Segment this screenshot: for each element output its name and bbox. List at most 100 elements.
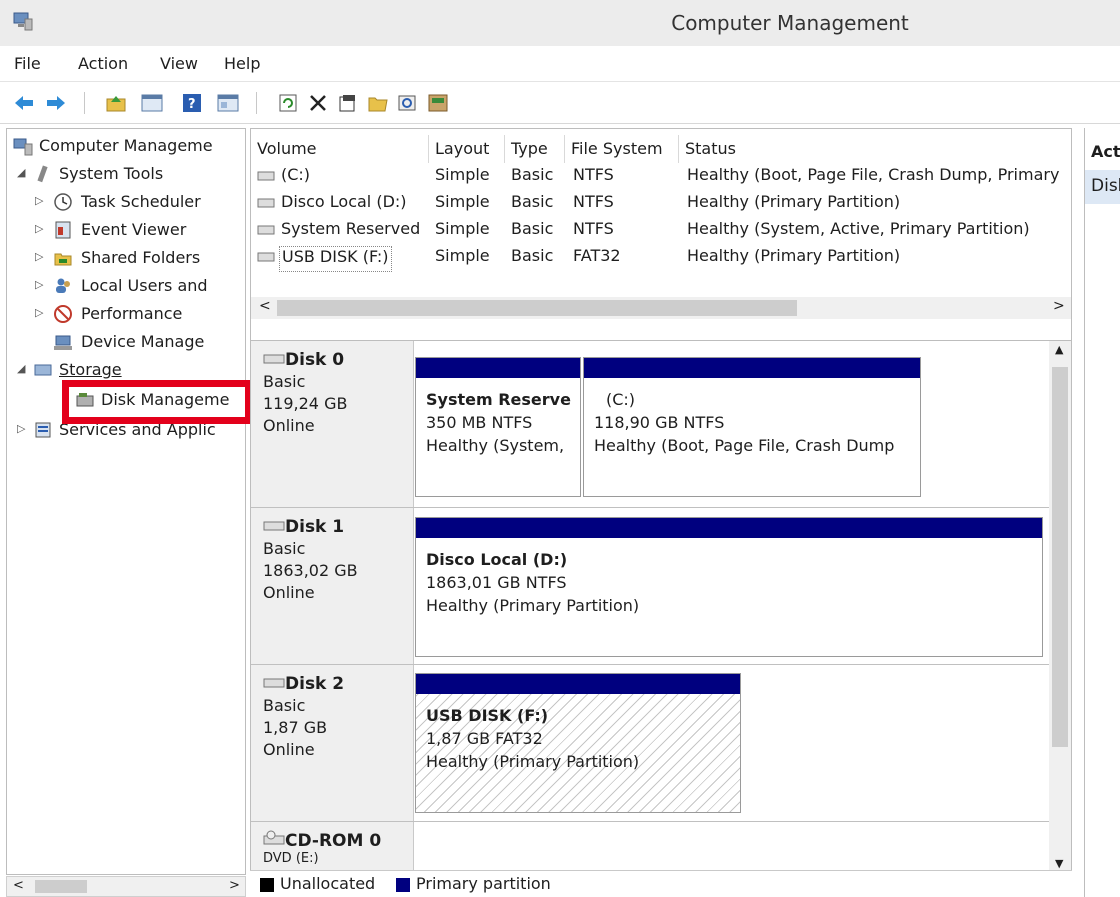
- console-view-icon[interactable]: [216, 91, 240, 115]
- cdrom-0-info[interactable]: CD-ROM 0 DVD (E:): [251, 822, 414, 875]
- tree-item-local-users[interactable]: ▷ Local Users and: [7, 273, 245, 301]
- properties-icon[interactable]: [336, 91, 360, 115]
- table-row[interactable]: (C:) Simple Basic NTFS Healthy (Boot, Pa…: [251, 165, 1071, 192]
- collapse-arrow-icon[interactable]: ◢: [17, 362, 25, 375]
- scroll-thumb[interactable]: [277, 300, 797, 316]
- show-hide-tree-icon[interactable]: [140, 91, 164, 115]
- scroll-left-icon[interactable]: <: [13, 878, 24, 893]
- tree-item-system-tools[interactable]: ◢ System Tools: [7, 161, 245, 189]
- scroll-right-icon[interactable]: >: [1053, 298, 1065, 314]
- services-icon: [35, 422, 51, 438]
- column-header-file-system[interactable]: File System: [565, 135, 679, 163]
- expand-arrow-icon[interactable]: ▷: [35, 194, 43, 207]
- menu-view[interactable]: View: [160, 54, 198, 73]
- volume-cell: USB DISK (F:): [279, 246, 392, 272]
- disk-vertical-scrollbar[interactable]: ▲ ▼: [1049, 341, 1071, 875]
- disk-icon[interactable]: [426, 91, 450, 115]
- partition-usb-f[interactable]: USB DISK (F:) 1,87 GB FAT32 Healthy (Pri…: [415, 673, 741, 813]
- column-header-type[interactable]: Type: [505, 135, 565, 163]
- help-icon[interactable]: ?: [180, 91, 204, 115]
- table-row[interactable]: USB DISK (F:) Simple Basic FAT32 Healthy…: [251, 246, 1071, 273]
- delete-icon[interactable]: [306, 91, 330, 115]
- fs-cell: NTFS: [573, 192, 614, 211]
- scroll-right-icon[interactable]: >: [229, 878, 240, 893]
- disk-1-info[interactable]: Disk 1 Basic 1863,02 GB Online: [251, 508, 414, 664]
- scroll-thumb[interactable]: [35, 880, 87, 893]
- partition-status: Healthy (System,: [426, 436, 565, 455]
- type-cell: Basic: [511, 219, 554, 238]
- scroll-down-icon[interactable]: ▼: [1055, 857, 1063, 870]
- layout-cell: Simple: [435, 246, 490, 265]
- volume-icon: [257, 225, 275, 235]
- column-header-volume[interactable]: Volume: [251, 135, 429, 163]
- volume-cell: (C:): [281, 165, 311, 184]
- partition-status: Healthy (Primary Partition): [426, 752, 640, 771]
- expand-arrow-icon[interactable]: ▷: [35, 306, 43, 319]
- expand-arrow-icon[interactable]: ▷: [35, 222, 43, 235]
- partition-bar: [416, 358, 580, 378]
- legend-primary: Primary partition: [416, 874, 551, 893]
- volume-horizontal-scrollbar[interactable]: < >: [251, 297, 1071, 319]
- toolbar-separator: [84, 92, 85, 114]
- menu-bar: File Action View Help: [0, 46, 1120, 82]
- tree-label: Shared Folders: [81, 248, 201, 267]
- partition-size: 118,90 GB NTFS: [594, 413, 725, 432]
- partition-system-reserved[interactable]: System Reserve 350 MB NTFS Healthy (Syst…: [415, 357, 581, 497]
- expand-arrow-icon[interactable]: ▷: [17, 422, 25, 435]
- tree-item-computer-management[interactable]: Computer Manageme: [7, 133, 245, 161]
- tree-label: Performance: [81, 304, 183, 323]
- disk-0-info[interactable]: Disk 0 Basic 119,24 GB Online: [251, 341, 414, 507]
- clock-icon: [54, 193, 72, 211]
- table-row[interactable]: System Reserved Simple Basic NTFS Health…: [251, 219, 1071, 246]
- disk-icon: [263, 521, 285, 531]
- unallocated-swatch: [260, 878, 274, 892]
- layout-cell: Simple: [435, 192, 490, 211]
- expand-arrow-icon[interactable]: ▷: [35, 278, 43, 291]
- fs-cell: FAT32: [573, 246, 621, 265]
- scroll-thumb[interactable]: [1052, 367, 1068, 747]
- tree-label: Storage: [59, 360, 122, 379]
- up-folder-icon[interactable]: [104, 91, 128, 115]
- disk-state: Online: [263, 583, 315, 602]
- tree-item-event-viewer[interactable]: ▷ Event Viewer: [7, 217, 245, 245]
- refresh-icon[interactable]: [276, 91, 300, 115]
- disk-name: Disk 2: [285, 674, 345, 694]
- partition-size: 350 MB NTFS: [426, 413, 533, 432]
- back-arrow-icon[interactable]: [12, 91, 36, 115]
- type-cell: Basic: [511, 192, 554, 211]
- table-row[interactable]: Disco Local (D:) Simple Basic NTFS Healt…: [251, 192, 1071, 219]
- partition-c[interactable]: (C:) 118,90 GB NTFS Healthy (Boot, Page …: [583, 357, 921, 497]
- partition-d[interactable]: Disco Local (D:) 1863,01 GB NTFS Healthy…: [415, 517, 1043, 657]
- tree-item-performance[interactable]: ▷ Performance: [7, 301, 245, 329]
- disk-2-info[interactable]: Disk 2 Basic 1,87 GB Online: [251, 665, 414, 821]
- menu-action[interactable]: Action: [78, 54, 128, 73]
- open-folder-icon[interactable]: [366, 91, 390, 115]
- partition-name: System Reserve: [426, 390, 571, 409]
- tree-item-device-manager[interactable]: Device Manage: [7, 329, 245, 357]
- column-header-status[interactable]: Status: [679, 135, 1071, 163]
- status-cell: Healthy (Boot, Page File, Crash Dump, Pr…: [687, 165, 1060, 184]
- actions-title: Actions: [1091, 142, 1120, 161]
- scroll-left-icon[interactable]: <: [259, 298, 271, 314]
- tree-item-shared-folders[interactable]: ▷ Shared Folders: [7, 245, 245, 273]
- navigation-tree: Computer Manageme ◢ System Tools ▷ Task …: [6, 128, 246, 875]
- scroll-up-icon[interactable]: ▲: [1055, 343, 1063, 356]
- tree-horizontal-scrollbar[interactable]: < >: [6, 876, 246, 897]
- device-manager-icon: [54, 335, 72, 350]
- collapse-arrow-icon[interactable]: ◢: [17, 166, 25, 179]
- column-header-layout[interactable]: Layout: [429, 135, 505, 163]
- actions-disk-management[interactable]: Disk Management: [1085, 170, 1120, 204]
- disk-name: Disk 1: [285, 517, 345, 537]
- forward-arrow-icon[interactable]: [44, 91, 68, 115]
- shared-folder-icon: [54, 253, 72, 266]
- highlight-annotation: [62, 380, 252, 424]
- tree-item-task-scheduler[interactable]: ▷ Task Scheduler: [7, 189, 245, 217]
- users-icon: [56, 278, 70, 293]
- menu-file[interactable]: File: [14, 54, 41, 73]
- partition-status: Healthy (Boot, Page File, Crash Dump: [594, 436, 895, 455]
- window-title: Computer Management: [671, 11, 909, 35]
- menu-help[interactable]: Help: [224, 54, 260, 73]
- search-icon[interactable]: [396, 91, 420, 115]
- partition-name: Disco Local (D:): [426, 550, 568, 569]
- expand-arrow-icon[interactable]: ▷: [35, 250, 43, 263]
